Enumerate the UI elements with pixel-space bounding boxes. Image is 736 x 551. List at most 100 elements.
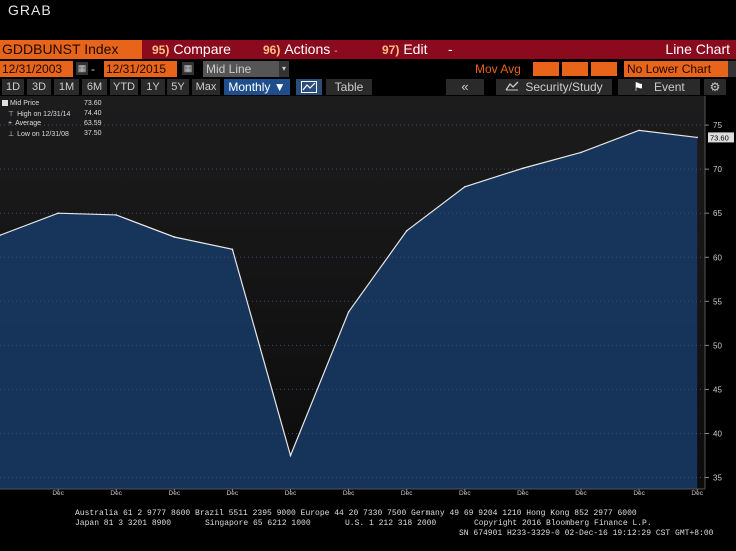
start-date-field[interactable]: 12/31/2003 [0, 61, 73, 77]
price-chart[interactable]: 35 40 45 50 55 60 65 70 75 73.60 Dec Dec Dec Dec Dec De… [0, 96, 736, 496]
security-study-button[interactable]: Security/Study [496, 79, 612, 95]
legend-row-high: ⊤ High on 12/31/14 74.40 [2, 110, 102, 119]
footer-contacts-singapore: Singapore 65 6212 1000 [205, 519, 311, 528]
data-point [231, 248, 234, 251]
range-max-button[interactable]: Max [192, 79, 220, 95]
calendar-icon[interactable]: ▦ [76, 62, 88, 75]
legend-value: 74.40 [84, 110, 102, 117]
data-point [173, 236, 176, 238]
edit-dropdown-icon[interactable]: - [448, 40, 453, 59]
range-6m-button[interactable]: 6M [82, 79, 107, 95]
data-point [405, 230, 408, 232]
security-study-label: Security/Study [525, 80, 603, 94]
range-1d-button[interactable]: 1D [2, 79, 24, 95]
event-button[interactable]: ⚑ Event [618, 79, 700, 95]
actions-number: 96) [263, 43, 281, 57]
frequency-value: Monthly [228, 80, 271, 94]
range-3d-button[interactable]: 3D [27, 79, 51, 95]
legend-label: Average [15, 120, 42, 127]
data-point [57, 212, 59, 214]
arrow-down-icon: ⊥ [8, 131, 15, 138]
y-tick-label: 70 [713, 165, 722, 174]
x-tick-label-month: Dec [52, 490, 64, 496]
x-tick-label-month: Dec [691, 490, 703, 496]
y-tick-label: 60 [713, 253, 722, 262]
legend-value: 73.60 [84, 100, 102, 107]
mov-avg-field[interactable] [562, 62, 588, 76]
calendar-icon[interactable]: ▦ [182, 62, 194, 75]
range-1y-button[interactable]: 1Y [141, 79, 165, 95]
actions-menu[interactable]: 96) Actions - [263, 40, 338, 59]
price-field-value: Mid Line [206, 62, 252, 76]
edit-number: 97) [382, 43, 400, 57]
legend-row-average: + Average 63.59 [2, 120, 102, 129]
average-icon: + [8, 120, 13, 127]
mov-avg-field[interactable] [533, 62, 559, 76]
end-date-field[interactable]: 12/31/2015 [104, 61, 177, 77]
x-tick-label-month: Dec [110, 490, 122, 496]
data-point [464, 185, 466, 188]
x-tick-label-month: Dec [575, 490, 587, 496]
x-tick-label-month: Dec [633, 490, 645, 496]
arrow-up-icon: ⊤ [8, 111, 15, 118]
x-tick-label-month: Dec [517, 490, 529, 496]
range-ytd-button[interactable]: YTD [110, 79, 138, 95]
data-point [696, 136, 698, 139]
y-tick-label: 50 [713, 341, 722, 350]
command-bar: GDDBUNST Index 95) Compare 96) Actions - 97… [0, 40, 736, 59]
line-chart-icon[interactable] [296, 79, 322, 95]
chart-legend: Mid Price 73.60 ⊤ High on 12/31/14 74.40 … [2, 100, 106, 142]
x-tick-label-month: Dec [459, 490, 471, 496]
legend-value: 63.59 [84, 120, 102, 127]
range-bar: 1D 3D 1M 6M YTD 1Y 5Y Max Monthly ▼ Tabl… [0, 79, 736, 96]
compare-button[interactable]: 95) Compare [152, 40, 231, 59]
y-tick-label: 45 [713, 385, 722, 394]
y-tick-label: 65 [713, 209, 722, 218]
y-tick-label: 40 [713, 429, 722, 438]
footer-contacts-line-1: Australia 61 2 9777 8600 Brazil 5511 239… [75, 509, 637, 518]
date-separator: - [91, 62, 95, 76]
chevron-down-icon[interactable] [728, 61, 736, 77]
compare-number: 95) [152, 43, 170, 57]
legend-row-low: ⊥ Low on 12/31/08 37.50 [2, 130, 102, 139]
x-tick-label-month: Dec [285, 490, 297, 496]
back-button[interactable]: « [446, 79, 484, 95]
legend-swatch [2, 100, 8, 107]
table-button[interactable]: Table [326, 79, 372, 95]
footer-session-info: SN 674901 H233-3329-0 02-Dec-16 19:12:29… [459, 529, 714, 538]
x-tick-label-month: Dec [401, 490, 413, 496]
data-point [522, 167, 524, 170]
study-icon [505, 79, 519, 95]
range-5y-button[interactable]: 5Y [167, 79, 189, 95]
event-label: Event [654, 80, 685, 94]
actions-dropdown-icon: - [334, 46, 338, 57]
chart-type-label: Line Chart [665, 41, 730, 57]
gear-icon[interactable]: ⚙ [704, 79, 726, 95]
flag-icon: ⚑ [633, 80, 645, 94]
range-1m-button[interactable]: 1M [54, 79, 79, 95]
data-point [638, 129, 640, 132]
x-tick-label-month: Dec [343, 490, 355, 496]
legend-label: Mid Price [10, 100, 40, 107]
date-bar: 12/31/2003 ▦ - 12/31/2015 ▦ Mid Line ▾ M… [0, 60, 736, 78]
x-tick-label-month: Dec [169, 490, 181, 496]
window-title: GRAB [8, 2, 52, 18]
x-tick-label-month: Dec [227, 490, 239, 496]
edit-menu[interactable]: 97) Edit [382, 40, 427, 59]
actions-label: Actions [284, 41, 331, 57]
mov-avg-label: Mov Avg [475, 62, 521, 76]
data-point [347, 311, 350, 313]
lower-chart-select[interactable]: No Lower Chart [624, 61, 728, 77]
lower-chart-value: No Lower Chart [627, 62, 712, 76]
footer-copyright: Copyright 2016 Bloomberg Finance L.P. [474, 519, 652, 528]
y-tick-label: 75 [713, 121, 722, 130]
legend-row-mid-price: Mid Price 73.60 [2, 100, 102, 109]
price-field-select[interactable]: Mid Line ▾ [203, 61, 289, 77]
legend-value: 37.50 [84, 130, 102, 137]
last-value-label: 73.60 [710, 133, 729, 142]
mov-avg-field[interactable] [591, 62, 617, 76]
legend-label: Low on 12/31/08 [17, 131, 69, 138]
ticker-field[interactable]: GDDBUNST Index [0, 40, 142, 59]
edit-label: Edit [403, 41, 428, 57]
frequency-select[interactable]: Monthly ▼ [224, 79, 290, 95]
